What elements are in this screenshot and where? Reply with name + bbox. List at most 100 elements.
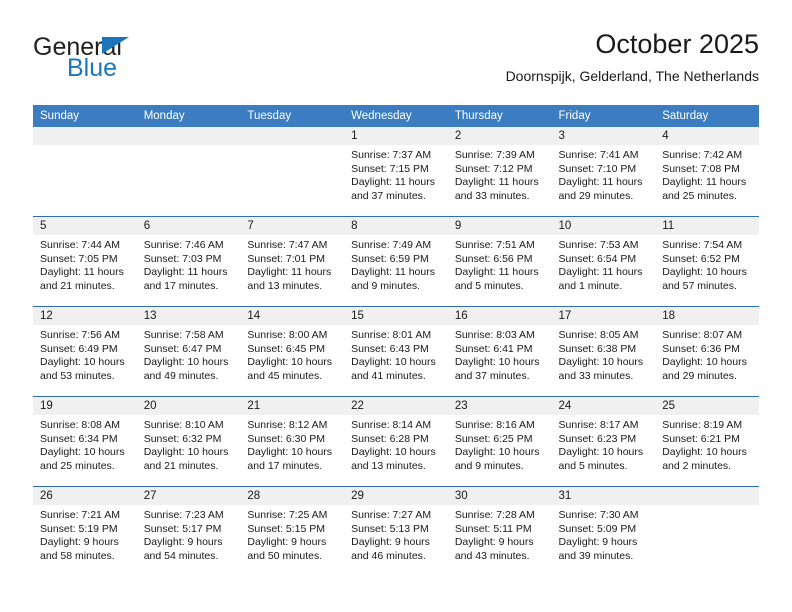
calendar-header-row: Sunday Monday Tuesday Wednesday Thursday… xyxy=(33,105,759,127)
calendar-cell[interactable]: 15 Sunrise: 8:01 AM Sunset: 6:43 PM Dayl… xyxy=(344,306,448,397)
calendar-cell[interactable]: 23 Sunrise: 8:16 AM Sunset: 6:25 PM Dayl… xyxy=(447,396,552,487)
day-details: Sunrise: 7:37 AM Sunset: 7:15 PM Dayligh… xyxy=(344,145,448,203)
day-details: Sunrise: 7:47 AM Sunset: 7:01 PM Dayligh… xyxy=(240,235,344,293)
calendar-cell[interactable]: 24 Sunrise: 8:17 AM Sunset: 6:23 PM Dayl… xyxy=(551,396,656,487)
day-details: Sunrise: 7:51 AM Sunset: 6:56 PM Dayligh… xyxy=(448,235,552,293)
calendar-cell[interactable]: 28 Sunrise: 7:25 AM Sunset: 5:15 PM Dayl… xyxy=(240,486,345,576)
calendar-cell[interactable]: 12 Sunrise: 7:56 AM Sunset: 6:49 PM Dayl… xyxy=(33,306,137,397)
calendar-cell[interactable]: 20 Sunrise: 8:10 AM Sunset: 6:32 PM Dayl… xyxy=(136,396,241,487)
sunset-text: Sunset: 6:28 PM xyxy=(351,432,429,445)
calendar-cell[interactable]: 3 Sunrise: 7:41 AM Sunset: 7:10 PM Dayli… xyxy=(551,127,656,217)
calendar-cell[interactable]: 10 Sunrise: 7:53 AM Sunset: 6:54 PM Dayl… xyxy=(551,216,656,307)
sunrise-text: Sunrise: 7:30 AM xyxy=(558,509,639,521)
sunset-text: Sunset: 6:23 PM xyxy=(558,432,637,445)
calendar-cell[interactable]: 27 Sunrise: 7:23 AM Sunset: 5:17 PM Dayl… xyxy=(136,486,241,576)
day-number: 28 xyxy=(240,487,345,505)
daylight-text-line1: Daylight: 10 hours xyxy=(247,356,333,368)
day-details: Sunrise: 8:16 AM Sunset: 6:25 PM Dayligh… xyxy=(448,415,552,473)
calendar-cell[interactable] xyxy=(136,127,241,217)
calendar-body: 1 Sunrise: 7:37 AM Sunset: 7:15 PM Dayli… xyxy=(33,127,759,576)
calendar-cell[interactable]: 9 Sunrise: 7:51 AM Sunset: 6:56 PM Dayli… xyxy=(447,216,552,307)
weekday-header-wednesday: Wednesday xyxy=(344,105,448,127)
calendar-week-row: 19 Sunrise: 8:08 AM Sunset: 6:34 PM Dayl… xyxy=(33,396,759,487)
day-details: Sunrise: 7:21 AM Sunset: 5:19 PM Dayligh… xyxy=(33,505,137,563)
daylight-text-line1: Daylight: 10 hours xyxy=(662,356,747,368)
calendar-cell[interactable] xyxy=(655,486,759,576)
calendar-cell[interactable]: 2 Sunrise: 7:39 AM Sunset: 7:12 PM Dayli… xyxy=(447,127,552,217)
calendar-cell[interactable]: 29 Sunrise: 7:27 AM Sunset: 5:13 PM Dayl… xyxy=(344,486,448,576)
sunset-text: Sunset: 7:10 PM xyxy=(558,162,637,175)
day-number xyxy=(655,487,759,505)
daylight-text-line1: Daylight: 9 hours xyxy=(40,536,119,548)
calendar-cell[interactable] xyxy=(33,127,137,217)
sunrise-text: Sunrise: 8:05 AM xyxy=(558,329,639,341)
day-number: 27 xyxy=(136,487,241,505)
calendar-cell[interactable]: 14 Sunrise: 8:00 AM Sunset: 6:45 PM Dayl… xyxy=(240,306,345,397)
calendar-cell[interactable]: 6 Sunrise: 7:46 AM Sunset: 7:03 PM Dayli… xyxy=(136,216,241,307)
day-details: Sunrise: 8:00 AM Sunset: 6:45 PM Dayligh… xyxy=(240,325,344,383)
daylight-text-line2: and 2 minutes. xyxy=(662,459,732,472)
calendar-cell[interactable]: 21 Sunrise: 8:12 AM Sunset: 6:30 PM Dayl… xyxy=(240,396,345,487)
day-cell: 28 Sunrise: 7:25 AM Sunset: 5:15 PM Dayl… xyxy=(240,487,345,576)
day-number: 31 xyxy=(551,487,656,505)
day-cell: 31 Sunrise: 7:30 AM Sunset: 5:09 PM Dayl… xyxy=(551,487,656,576)
calendar-cell[interactable]: 17 Sunrise: 8:05 AM Sunset: 6:38 PM Dayl… xyxy=(551,306,656,397)
daylight-text-line2: and 25 minutes. xyxy=(662,189,737,202)
day-cell: 2 Sunrise: 7:39 AM Sunset: 7:12 PM Dayli… xyxy=(447,127,552,216)
daylight-text-line2: and 13 minutes. xyxy=(351,459,426,472)
brand-logo[interactable]: General Blue xyxy=(33,34,233,90)
day-details: Sunrise: 7:41 AM Sunset: 7:10 PM Dayligh… xyxy=(552,145,656,203)
calendar-page: General Blue October 2025 Doornspijk, Ge… xyxy=(0,0,792,612)
sunrise-text: Sunrise: 7:44 AM xyxy=(40,239,120,251)
sunrise-text: Sunrise: 7:28 AM xyxy=(454,509,535,521)
day-details: Sunrise: 7:53 AM Sunset: 6:54 PM Dayligh… xyxy=(552,235,656,293)
sunset-text: Sunset: 6:41 PM xyxy=(454,342,533,355)
calendar-cell[interactable]: 18 Sunrise: 8:07 AM Sunset: 6:36 PM Dayl… xyxy=(655,306,759,397)
sunset-text: Sunset: 6:38 PM xyxy=(558,342,637,355)
calendar-cell[interactable]: 11 Sunrise: 7:54 AM Sunset: 6:52 PM Dayl… xyxy=(655,216,759,307)
calendar-cell[interactable]: 4 Sunrise: 7:42 AM Sunset: 7:08 PM Dayli… xyxy=(655,127,759,217)
daylight-text-line2: and 58 minutes. xyxy=(40,549,115,562)
calendar-cell[interactable]: 13 Sunrise: 7:58 AM Sunset: 6:47 PM Dayl… xyxy=(136,306,241,397)
daylight-text-line1: Daylight: 11 hours xyxy=(40,266,124,278)
calendar-cell[interactable]: 31 Sunrise: 7:30 AM Sunset: 5:09 PM Dayl… xyxy=(551,486,656,576)
calendar-week-row: 26 Sunrise: 7:21 AM Sunset: 5:19 PM Dayl… xyxy=(33,486,759,576)
calendar-cell[interactable]: 26 Sunrise: 7:21 AM Sunset: 5:19 PM Dayl… xyxy=(33,486,137,576)
sunrise-text: Sunrise: 7:37 AM xyxy=(351,149,432,161)
calendar-cell[interactable]: 19 Sunrise: 8:08 AM Sunset: 6:34 PM Dayl… xyxy=(33,396,137,487)
day-details: Sunrise: 8:14 AM Sunset: 6:28 PM Dayligh… xyxy=(344,415,448,473)
sunset-text: Sunset: 6:32 PM xyxy=(143,432,222,445)
calendar-cell[interactable]: 25 Sunrise: 8:19 AM Sunset: 6:21 PM Dayl… xyxy=(655,396,759,487)
day-number: 15 xyxy=(344,307,448,325)
calendar-cell[interactable]: 7 Sunrise: 7:47 AM Sunset: 7:01 PM Dayli… xyxy=(240,216,345,307)
calendar-cell[interactable]: 16 Sunrise: 8:03 AM Sunset: 6:41 PM Dayl… xyxy=(447,306,552,397)
day-cell: 26 Sunrise: 7:21 AM Sunset: 5:19 PM Dayl… xyxy=(33,487,137,576)
sunset-text: Sunset: 7:05 PM xyxy=(40,252,118,265)
day-details: Sunrise: 8:10 AM Sunset: 6:32 PM Dayligh… xyxy=(137,415,241,473)
sunset-text: Sunset: 7:12 PM xyxy=(454,162,533,175)
daylight-text-line1: Daylight: 11 hours xyxy=(662,176,747,188)
calendar-cell[interactable]: 1 Sunrise: 7:37 AM Sunset: 7:15 PM Dayli… xyxy=(344,127,448,217)
sunrise-text: Sunrise: 7:49 AM xyxy=(351,239,432,251)
sunset-text: Sunset: 6:47 PM xyxy=(143,342,222,355)
day-details: Sunrise: 8:07 AM Sunset: 6:36 PM Dayligh… xyxy=(655,325,759,383)
sunrise-text: Sunrise: 7:53 AM xyxy=(558,239,639,251)
daylight-text-line2: and 33 minutes. xyxy=(454,189,530,202)
calendar-cell[interactable] xyxy=(240,127,345,217)
day-cell: 25 Sunrise: 8:19 AM Sunset: 6:21 PM Dayl… xyxy=(655,397,759,486)
sunset-text: Sunset: 6:56 PM xyxy=(454,252,533,265)
daylight-text-line1: Daylight: 10 hours xyxy=(40,446,125,458)
day-cell: 27 Sunrise: 7:23 AM Sunset: 5:17 PM Dayl… xyxy=(136,487,241,576)
sunset-text: Sunset: 6:30 PM xyxy=(247,432,326,445)
calendar-cell[interactable]: 8 Sunrise: 7:49 AM Sunset: 6:59 PM Dayli… xyxy=(344,216,448,307)
sunset-text: Sunset: 6:21 PM xyxy=(662,432,740,445)
calendar-grid: Sunday Monday Tuesday Wednesday Thursday… xyxy=(33,105,759,576)
day-details: Sunrise: 7:42 AM Sunset: 7:08 PM Dayligh… xyxy=(655,145,759,203)
calendar-cell[interactable]: 30 Sunrise: 7:28 AM Sunset: 5:11 PM Dayl… xyxy=(447,486,552,576)
day-details: Sunrise: 8:12 AM Sunset: 6:30 PM Dayligh… xyxy=(240,415,344,473)
calendar-cell[interactable]: 5 Sunrise: 7:44 AM Sunset: 7:05 PM Dayli… xyxy=(33,216,137,307)
sunset-text: Sunset: 6:25 PM xyxy=(454,432,533,445)
calendar-cell[interactable]: 22 Sunrise: 8:14 AM Sunset: 6:28 PM Dayl… xyxy=(344,396,448,487)
daylight-text-line2: and 21 minutes. xyxy=(40,279,115,292)
sunset-text: Sunset: 6:34 PM xyxy=(40,432,118,445)
